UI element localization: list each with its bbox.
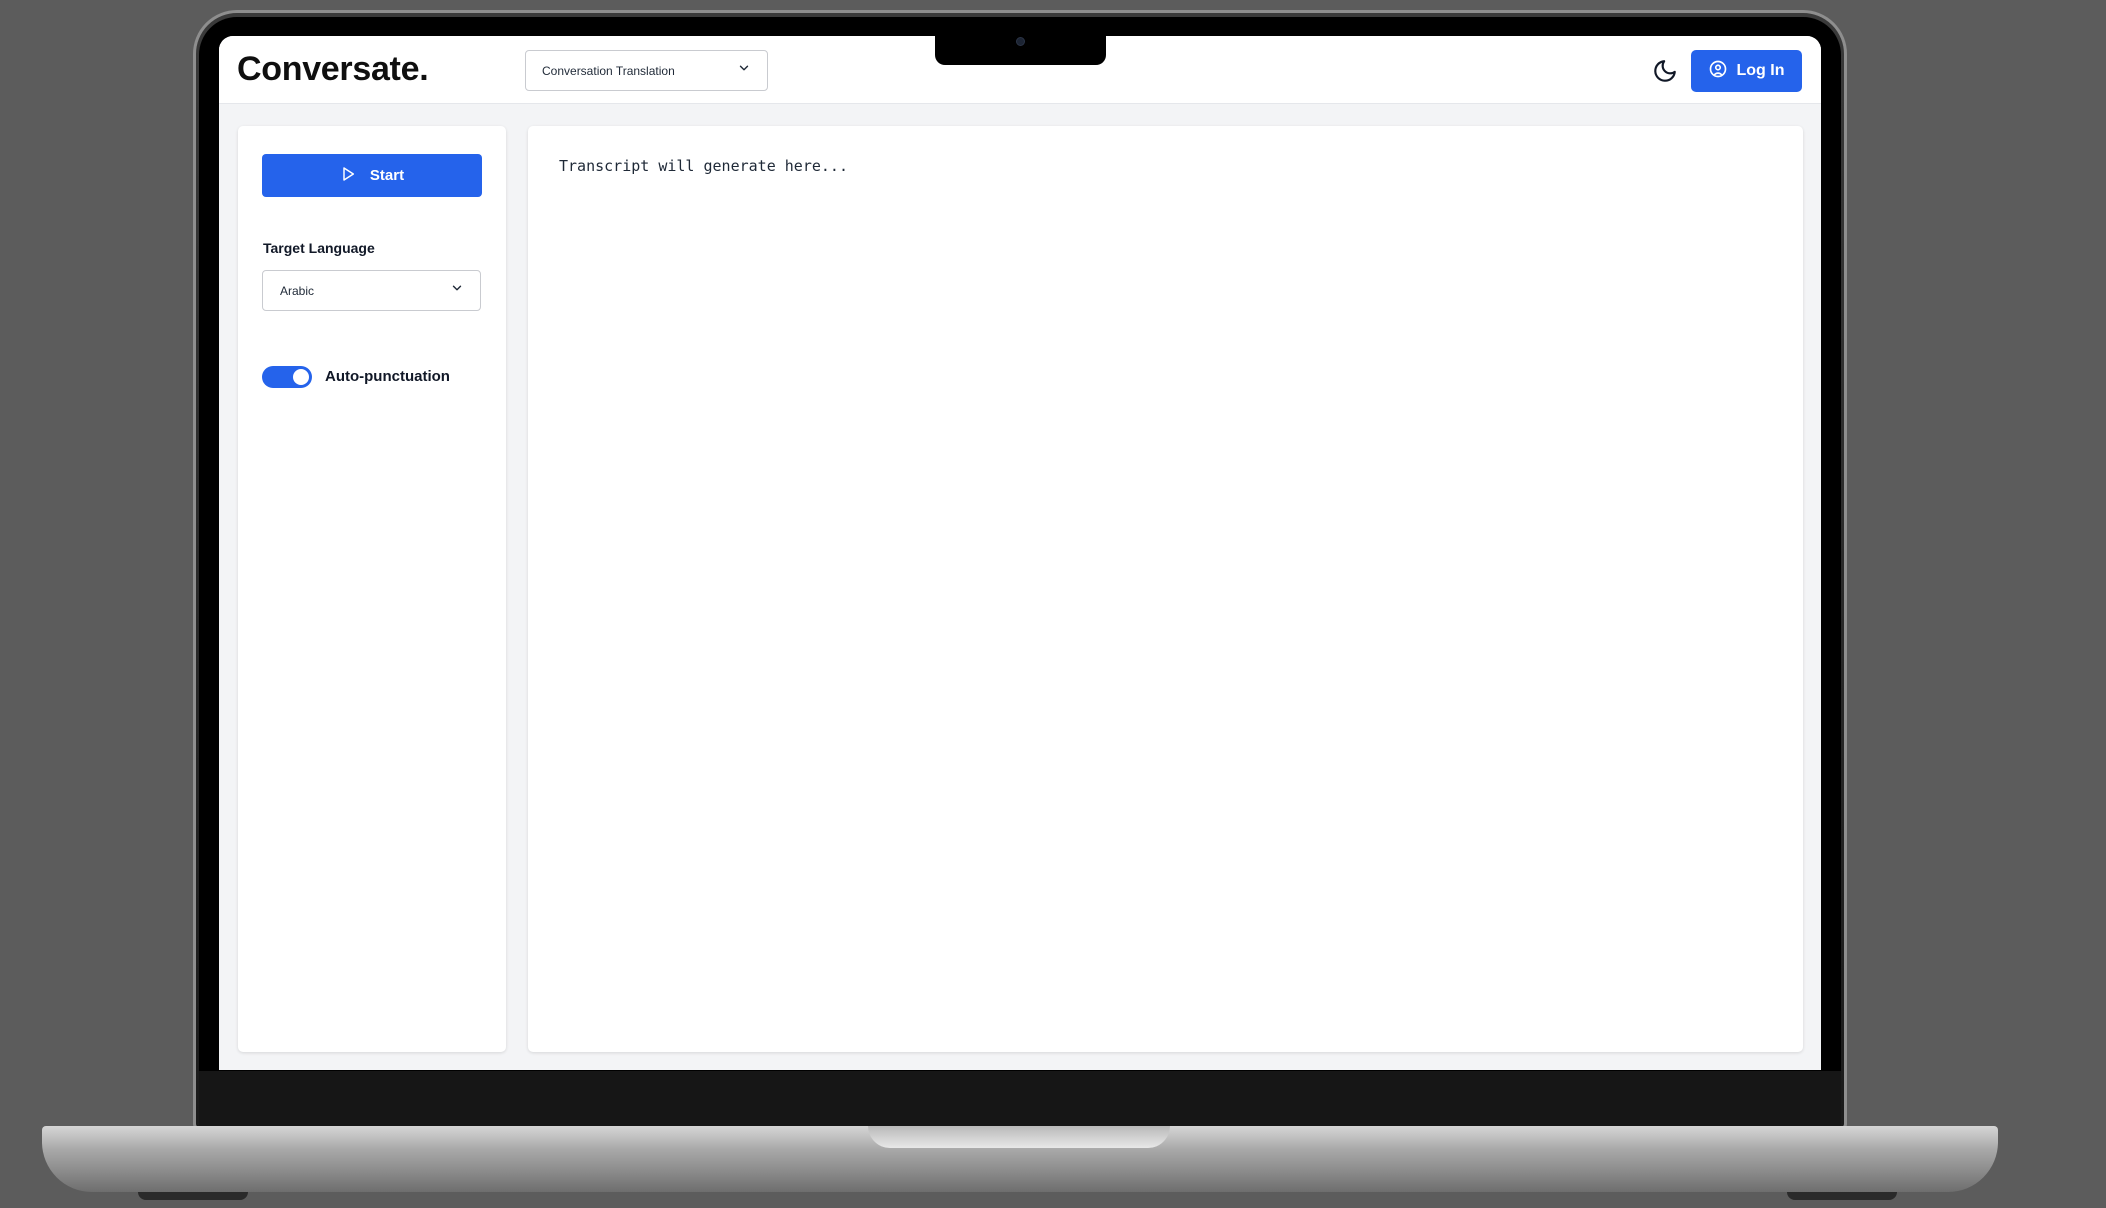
play-icon xyxy=(340,166,356,186)
laptop-foot-left xyxy=(138,1192,248,1200)
auto-punctuation-label: Auto-punctuation xyxy=(325,368,450,385)
user-circle-icon xyxy=(1709,60,1727,83)
moon-icon[interactable] xyxy=(1652,58,1678,84)
transcript-placeholder: Transcript will generate here... xyxy=(559,157,848,175)
laptop-foot-right xyxy=(1787,1192,1897,1200)
target-language-select[interactable]: Arabic xyxy=(262,270,481,311)
login-button-label: Log In xyxy=(1736,62,1785,79)
target-language-label: Target Language xyxy=(263,240,375,256)
mode-select-value: Conversation Translation xyxy=(542,63,675,78)
start-button[interactable]: Start xyxy=(262,154,482,197)
laptop-lower-bezel xyxy=(199,1071,1841,1128)
start-button-label: Start xyxy=(369,167,405,184)
app-screen: Conversate. Conversation Translation Log… xyxy=(219,36,1821,1070)
app-logo: Conversate. xyxy=(237,50,429,88)
control-sidebar: Start Target Language Arabic Auto-punctu… xyxy=(238,126,506,1052)
camera-notch xyxy=(935,30,1106,65)
chevron-down-icon xyxy=(450,281,464,300)
chevron-down-icon xyxy=(737,61,751,80)
toggle-knob xyxy=(293,369,309,385)
transcript-panel[interactable]: Transcript will generate here... xyxy=(528,126,1803,1052)
mode-select[interactable]: Conversation Translation xyxy=(525,50,768,91)
login-button[interactable]: Log In xyxy=(1691,50,1802,92)
laptop-opening-notch xyxy=(868,1126,1170,1148)
auto-punctuation-toggle[interactable] xyxy=(262,366,312,388)
target-language-value: Arabic xyxy=(280,283,315,298)
camera-icon xyxy=(1016,37,1025,46)
